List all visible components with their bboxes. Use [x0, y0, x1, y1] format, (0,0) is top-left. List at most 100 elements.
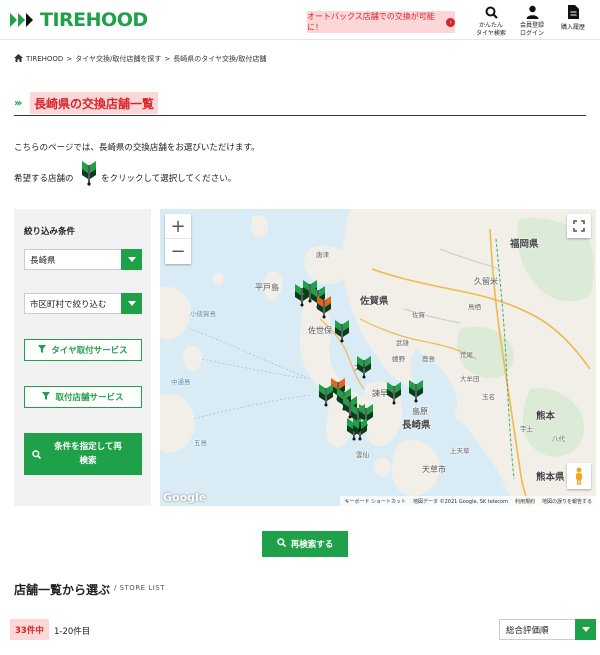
logo-mark-icon: [10, 10, 36, 30]
map-label-takeo: 武雄: [396, 339, 409, 347]
store-marker[interactable]: [409, 379, 423, 403]
terms-link[interactable]: 利用規約: [515, 498, 535, 505]
store-service-label: 取付店舗サービス: [55, 393, 124, 403]
map-label-sasebo: 佐世保: [308, 326, 332, 335]
intro-instruction-start: 希望する店舗の: [14, 174, 74, 184]
zoom-in-button[interactable]: +: [165, 214, 191, 239]
nav-login[interactable]: 会員登録 ログイン: [515, 4, 549, 38]
title-arrows-icon: ›››: [14, 98, 23, 109]
search-icon: [276, 538, 286, 550]
map-label-tamana: 玉名: [482, 393, 495, 401]
nav-tire-search[interactable]: かんたん タイヤ検索: [473, 4, 509, 38]
breadcrumb: TIREHOOD > タイヤ交換/取付店舗を探す > 長崎県のタイヤ交換/取付店…: [14, 54, 266, 64]
map-terrain: [160, 209, 596, 506]
city-placeholder: 市区町村で絞り込む: [30, 299, 107, 310]
search-icon: [473, 4, 509, 20]
map-data-credit: 地図データ ©2021 Google, SK telecom: [413, 498, 508, 505]
fullscreen-icon: [573, 220, 585, 232]
breadcrumb-home[interactable]: TIREHOOD: [26, 55, 63, 63]
store-marker[interactable]: [335, 319, 349, 343]
map-label-fukuoka: 福岡県: [510, 239, 539, 250]
site-header: TIREHOOD オートバックス店舗での交換が可能に！ › かんたん タイヤ検索…: [0, 0, 600, 40]
map-label-unzen: 雲仙: [356, 451, 369, 459]
logo-text: TIREHOOD: [40, 9, 148, 31]
search-icon: [24, 449, 48, 459]
breadcrumb-separator: >: [66, 55, 73, 63]
map-label-tosu: 鳥栖: [468, 303, 481, 311]
map-label-kashima: 鹿島: [422, 355, 435, 363]
result-count: 33件中: [10, 619, 49, 640]
research-button[interactable]: 再検索する: [262, 531, 348, 557]
map-label-kamiamakusa: 上天草: [450, 447, 470, 455]
map-label-shimabara: 島原: [412, 407, 428, 416]
map-zoom-control: + −: [165, 214, 191, 264]
map-label-omuta: 大牟田: [460, 375, 480, 383]
map-label-kumamoto: 熊本: [536, 411, 556, 422]
street-view-pegman[interactable]: [567, 463, 591, 489]
store-marker[interactable]: [387, 381, 401, 405]
nav-login-line2: ログイン: [519, 30, 544, 37]
report-error-link[interactable]: 地図の誤りを報告する: [542, 498, 592, 505]
store-marker-icon: [335, 320, 349, 343]
store-list-title: 店舗一覧から選ぶ: [14, 583, 111, 597]
map-label-kurume: 久留米: [474, 277, 498, 286]
map-label-uto: 宇土: [520, 425, 533, 433]
page-title: 長崎県の交換店舗一覧: [34, 96, 155, 111]
breadcrumb-current: 長崎県のタイヤ交換/取付店舗: [173, 55, 267, 63]
store-marker[interactable]: [357, 355, 371, 379]
nav-tire-search-line1: かんたん: [478, 22, 503, 29]
map-label-arao: 荒尾: [460, 351, 473, 359]
map-attribution: キーボード ショートカット 地図データ ©2021 Google, SK tel…: [340, 496, 596, 506]
nav-tire-search-line2: タイヤ検索: [476, 30, 506, 37]
tire-service-filter-button[interactable]: タイヤ取付サービス: [24, 339, 142, 361]
map-label-ojika: 小値賀島: [190, 310, 216, 318]
logo[interactable]: TIREHOOD: [10, 8, 148, 32]
breadcrumb-separator: >: [164, 55, 171, 63]
store-marker-icon: [357, 356, 371, 379]
page-title-highlight: 長崎県の交換店舗一覧: [30, 92, 159, 114]
nav-purchase-history[interactable]: 購入履歴: [556, 4, 590, 32]
store-marker[interactable]: [319, 383, 333, 407]
sort-select[interactable]: 総合評価順: [499, 619, 596, 640]
keyboard-shortcuts-link[interactable]: キーボード ショートカット: [344, 498, 406, 505]
result-range: 1-20件目: [54, 627, 91, 637]
store-marker-icon: [317, 296, 331, 319]
store-marker-icon: [353, 418, 367, 441]
chevron-right-icon: ›: [446, 17, 455, 27]
map-label-amakusa: 天草市: [422, 465, 446, 474]
filter-search-line2: 検索: [79, 456, 97, 466]
document-icon: [556, 4, 590, 20]
city-select[interactable]: 市区町村で絞り込む: [24, 293, 142, 314]
promo-banner[interactable]: オートバックス店舗での交換が可能に！ ›: [307, 11, 455, 33]
filter-search-button[interactable]: 条件を指定して再 検索: [24, 433, 142, 475]
google-logo: Google: [163, 491, 207, 504]
store-service-filter-button[interactable]: 取付店舗サービス: [24, 386, 142, 408]
sort-value: 総合評価順: [506, 625, 549, 636]
breadcrumb-store-search[interactable]: タイヤ交換/取付店舗を探す: [75, 54, 161, 64]
intro-instruction-end: をクリックして選択してください。: [101, 174, 237, 184]
page-title-bar: ››› 長崎県の交換店舗一覧: [14, 92, 586, 116]
store-marker[interactable]: [317, 295, 331, 319]
chevron-down-icon: [121, 293, 142, 314]
store-marker[interactable]: [353, 417, 367, 441]
intro-text: こちらのページでは、長崎県の交換店舗をお選びいただけます。: [14, 143, 260, 153]
fullscreen-button[interactable]: [567, 214, 591, 238]
map-label-karatsu: 唐津: [316, 251, 329, 259]
nav-purchase-history-label: 購入履歴: [560, 24, 585, 31]
map-label-kumamoto-pref: 熊本県: [536, 472, 565, 483]
map-label-yatsushiro: 八代: [552, 435, 565, 443]
prefecture-select[interactable]: 長崎県: [24, 249, 142, 270]
store-map[interactable]: 福岡県 佐賀県 長崎県 熊本 熊本県 久留米 平戸島 佐世保 大村 諫早 島原 …: [160, 209, 596, 506]
map-label-ureshino: 嬉野: [392, 355, 405, 363]
nav-login-line1: 会員登録: [519, 22, 544, 29]
chevron-down-icon: [575, 619, 596, 640]
prefecture-value: 長崎県: [30, 255, 56, 266]
home-icon: [14, 54, 23, 64]
map-label-goto: 五島: [194, 439, 207, 447]
filter-icon: [42, 391, 51, 403]
chevron-down-icon: [121, 249, 142, 270]
pegman-icon: [576, 467, 582, 485]
user-icon: [515, 4, 549, 20]
store-marker-icon: [319, 384, 333, 407]
zoom-out-button[interactable]: −: [165, 239, 191, 264]
